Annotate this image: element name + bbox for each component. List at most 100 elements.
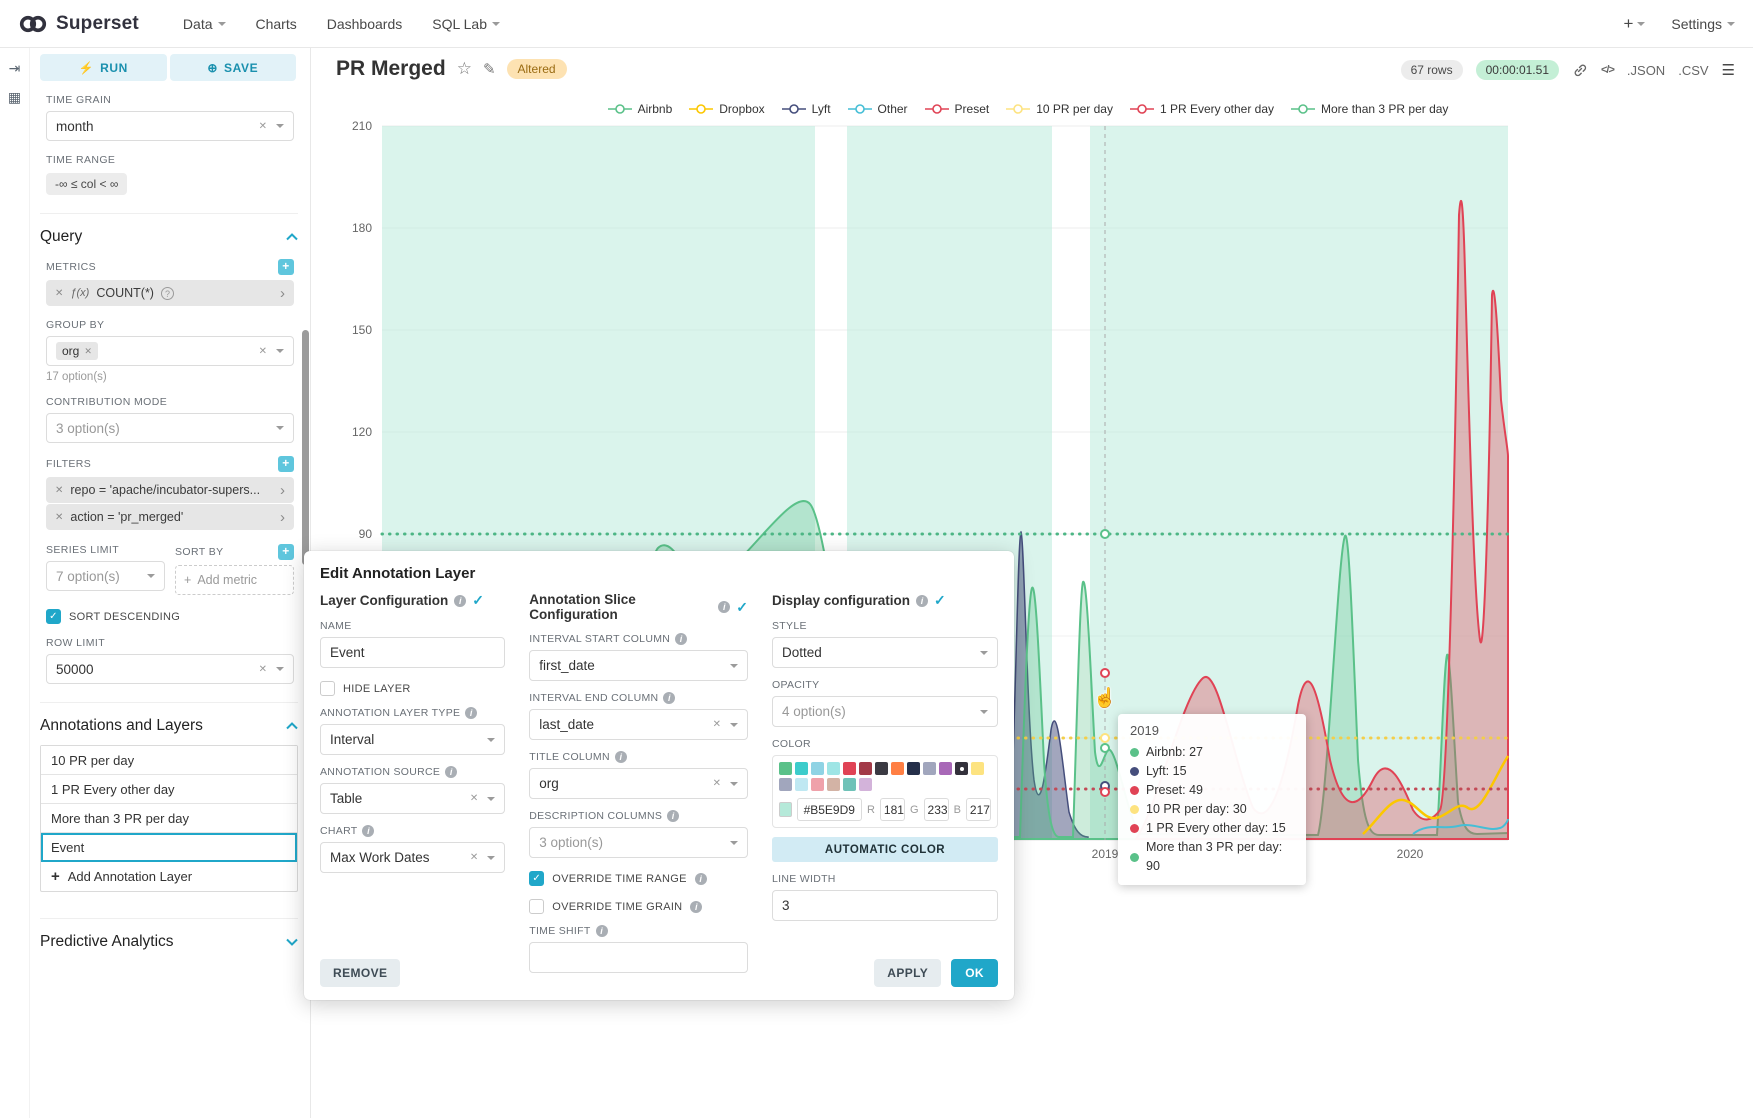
interval-start-select[interactable]: first_date bbox=[529, 650, 748, 681]
legend-item[interactable]: More than 3 PR per day bbox=[1290, 102, 1448, 116]
color-swatch[interactable] bbox=[955, 762, 968, 775]
b-input[interactable]: 217 bbox=[966, 798, 991, 821]
nav-item-dashboards[interactable]: Dashboards bbox=[327, 16, 403, 32]
info-icon[interactable]: i bbox=[454, 595, 466, 607]
group-by-tag[interactable]: org ✕ bbox=[56, 342, 98, 360]
add-filter-button[interactable]: + bbox=[278, 456, 294, 472]
edit-properties-icon[interactable]: ✎ bbox=[483, 60, 496, 78]
annotation-layer-item[interactable]: More than 3 PR per day bbox=[41, 804, 297, 833]
g-input[interactable]: 233 bbox=[924, 798, 949, 821]
series-limit-select[interactable]: 7 option(s) bbox=[46, 561, 165, 591]
clear-icon[interactable]: ✕ bbox=[713, 719, 721, 730]
legend-item[interactable]: 1 PR Every other day bbox=[1129, 102, 1274, 116]
color-swatch[interactable] bbox=[923, 762, 936, 775]
info-icon[interactable]: i bbox=[690, 901, 702, 913]
name-input[interactable]: Event bbox=[320, 637, 505, 668]
info-icon[interactable]: i bbox=[667, 810, 679, 822]
row-limit-select[interactable]: 50000 ✕ bbox=[46, 654, 294, 684]
color-swatch[interactable] bbox=[859, 778, 872, 791]
color-swatch[interactable] bbox=[875, 762, 888, 775]
add-sort-metric-button[interactable]: + bbox=[278, 544, 294, 560]
chart-select[interactable]: Max Work Dates ✕ bbox=[320, 842, 505, 873]
add-metric-button[interactable]: + bbox=[278, 259, 294, 275]
clear-icon[interactable]: ✕ bbox=[713, 778, 721, 789]
color-swatch[interactable] bbox=[907, 762, 920, 775]
color-swatch[interactable] bbox=[795, 778, 808, 791]
line-width-input[interactable]: 3 bbox=[772, 890, 998, 921]
remove-tag-icon[interactable]: ✕ bbox=[84, 346, 92, 357]
checkbox-checked-icon[interactable]: ✓ bbox=[529, 871, 544, 886]
color-swatch[interactable] bbox=[939, 762, 952, 775]
color-swatch[interactable] bbox=[795, 762, 808, 775]
export-csv-button[interactable]: .CSV bbox=[1678, 63, 1708, 78]
favorite-star-icon[interactable]: ☆ bbox=[457, 59, 472, 79]
annotation-layer-item[interactable]: 1 PR Every other day bbox=[41, 775, 297, 804]
info-icon[interactable]: i bbox=[718, 601, 730, 613]
description-columns-select[interactable]: 3 option(s) bbox=[529, 827, 748, 858]
info-icon[interactable]: i bbox=[916, 595, 928, 607]
automatic-color-button[interactable]: AUTOMATIC COLOR bbox=[772, 837, 998, 862]
annotation-source-select[interactable]: Table ✕ bbox=[320, 783, 505, 814]
superset-logo[interactable]: Superset bbox=[18, 13, 139, 35]
info-icon[interactable]: i bbox=[663, 692, 675, 704]
color-swatch[interactable] bbox=[827, 778, 840, 791]
checkbox-unchecked-icon[interactable] bbox=[529, 899, 544, 914]
filter-pill[interactable]: ✕ action = 'pr_merged' › bbox=[46, 504, 294, 530]
legend-item[interactable]: Other bbox=[847, 102, 908, 116]
hide-layer-row[interactable]: HIDE LAYER bbox=[320, 681, 505, 696]
chart-menu-icon[interactable]: ☰ bbox=[1722, 61, 1735, 79]
settings-menu[interactable]: Settings bbox=[1671, 16, 1735, 32]
r-input[interactable]: 181 bbox=[880, 798, 905, 821]
info-icon[interactable]: i bbox=[596, 925, 608, 937]
info-icon[interactable]: i bbox=[445, 766, 457, 778]
time-grain-select[interactable]: month ✕ bbox=[46, 111, 294, 141]
panel-scrollbar[interactable] bbox=[302, 330, 309, 565]
info-icon[interactable]: i bbox=[695, 873, 707, 885]
sort-descending-row[interactable]: ✓ SORT DESCENDING bbox=[46, 609, 294, 624]
export-json-button[interactable]: .JSON bbox=[1627, 63, 1665, 78]
color-swatch[interactable] bbox=[859, 762, 872, 775]
contribution-mode-select[interactable]: 3 option(s) bbox=[46, 413, 294, 443]
checkbox-unchecked-icon[interactable] bbox=[320, 681, 335, 696]
color-swatch[interactable] bbox=[779, 762, 792, 775]
time-range-pill[interactable]: -∞ ≤ col < ∞ bbox=[46, 173, 127, 195]
hex-input[interactable]: #B5E9D9 bbox=[797, 798, 862, 821]
sort-by-add-metric[interactable]: + Add metric bbox=[175, 565, 294, 595]
remove-icon[interactable]: ✕ bbox=[55, 512, 63, 523]
predictive-section-header[interactable]: Predictive Analytics bbox=[40, 918, 298, 951]
legend-item[interactable]: Airbnb bbox=[607, 102, 673, 116]
legend-item[interactable]: Lyft bbox=[781, 102, 831, 116]
filter-pill[interactable]: ✕ repo = 'apache/incubator-supers... › bbox=[46, 477, 294, 503]
interval-end-select[interactable]: last_date ✕ bbox=[529, 709, 748, 740]
checkbox-checked-icon[interactable]: ✓ bbox=[46, 609, 61, 624]
remove-button[interactable]: REMOVE bbox=[320, 959, 400, 987]
nav-item-sql-lab[interactable]: SQL Lab bbox=[432, 16, 500, 32]
legend-item[interactable]: 10 PR per day bbox=[1005, 102, 1113, 116]
group-by-select[interactable]: org ✕ ✕ bbox=[46, 336, 294, 366]
color-swatch[interactable] bbox=[843, 778, 856, 791]
color-swatch[interactable] bbox=[971, 762, 984, 775]
info-icon[interactable]: i bbox=[362, 825, 374, 837]
clear-icon[interactable]: ✕ bbox=[470, 793, 478, 804]
run-button[interactable]: ⚡RUN bbox=[40, 54, 167, 81]
add-annotation-layer-button[interactable]: + Add Annotation Layer bbox=[41, 862, 297, 891]
opacity-select[interactable]: 4 option(s) bbox=[772, 696, 998, 727]
title-column-select[interactable]: org ✕ bbox=[529, 768, 748, 799]
expand-panel-icon[interactable]: ⇥ bbox=[0, 60, 29, 77]
nav-item-data[interactable]: Data bbox=[183, 16, 226, 32]
nav-item-charts[interactable]: Charts bbox=[256, 16, 297, 32]
save-button[interactable]: ⊕SAVE bbox=[170, 54, 297, 81]
ok-button[interactable]: OK bbox=[951, 959, 998, 987]
clear-icon[interactable]: ✕ bbox=[259, 346, 267, 357]
override-time-range-row[interactable]: ✓ OVERRIDE TIME RANGE i bbox=[529, 871, 748, 886]
clear-icon[interactable]: ✕ bbox=[259, 121, 267, 132]
view-query-icon[interactable]: </> bbox=[1601, 64, 1614, 76]
info-icon[interactable]: i bbox=[615, 751, 627, 763]
dataset-grid-icon[interactable]: ▦ bbox=[0, 89, 29, 106]
legend-item[interactable]: Dropbox bbox=[688, 102, 764, 116]
remove-icon[interactable]: ✕ bbox=[55, 288, 63, 299]
color-swatch[interactable] bbox=[811, 762, 824, 775]
new-dropdown-button[interactable]: + bbox=[1623, 14, 1645, 34]
legend-item[interactable]: Preset bbox=[924, 102, 990, 116]
help-icon[interactable]: ? bbox=[161, 287, 174, 300]
